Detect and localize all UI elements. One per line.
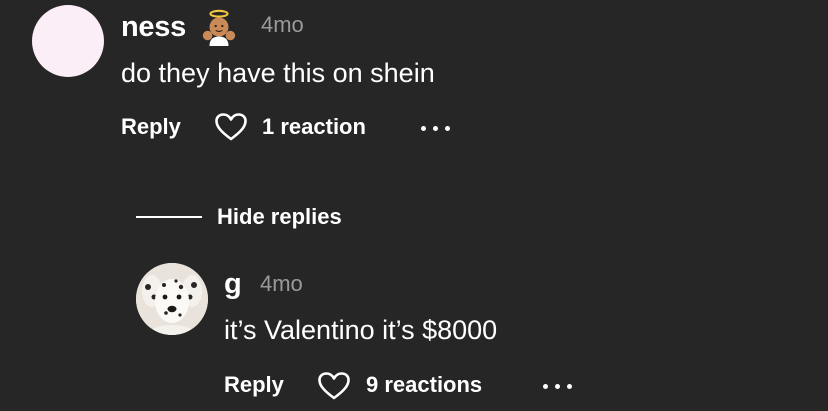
hide-replies-button[interactable]: Hide replies (217, 206, 342, 228)
heart-icon[interactable] (214, 112, 248, 142)
angel-baby-emoji-icon (202, 9, 236, 46)
more-options-icon[interactable] (543, 382, 577, 390)
heart-icon[interactable] (317, 371, 351, 401)
reply-username[interactable]: g (224, 270, 242, 299)
reply-text: it’s Valentino it’s $8000 (224, 315, 498, 345)
reply-button[interactable]: Reply (121, 116, 181, 138)
avatar-ness[interactable] (32, 5, 104, 77)
comments-panel: ness 4mo do they have this on shein Repl… (0, 0, 828, 411)
more-options-icon[interactable] (421, 124, 455, 132)
reply-timestamp: 4mo (260, 271, 303, 296)
reply-reaction-count[interactable]: 9 reactions (366, 374, 482, 396)
avatar-g[interactable] (136, 263, 208, 335)
dalmatian-dog-avatar-icon (136, 263, 208, 335)
comment-timestamp: 4mo (261, 12, 304, 37)
comment-username[interactable]: ness (121, 13, 186, 42)
thread-divider (136, 216, 202, 218)
reply-reply-button[interactable]: Reply (224, 374, 284, 396)
comment-text: do they have this on shein (121, 58, 435, 88)
reaction-count[interactable]: 1 reaction (262, 116, 366, 138)
